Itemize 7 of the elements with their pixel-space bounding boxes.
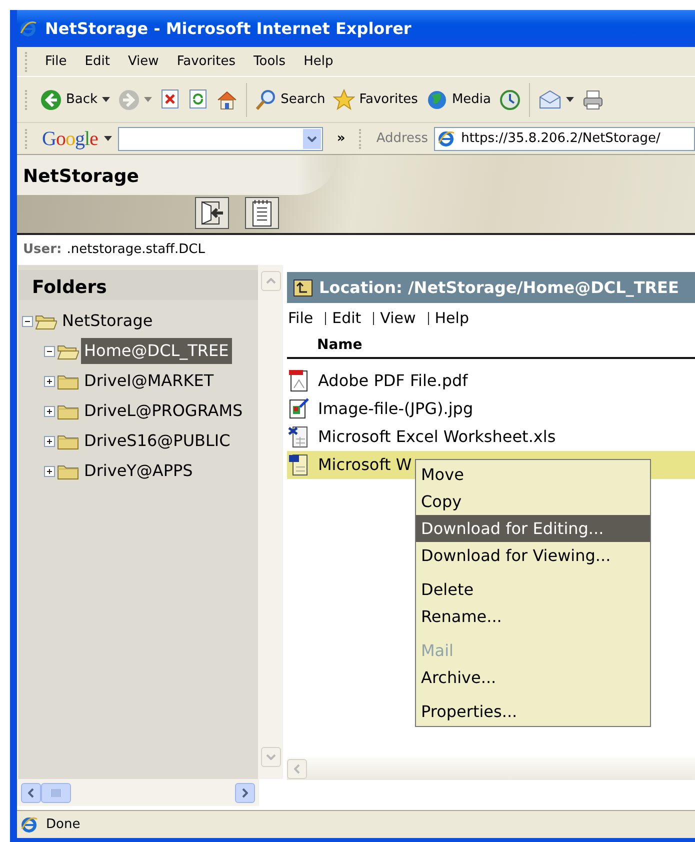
- status-text: Done: [46, 816, 80, 834]
- panel-title: Folders: [18, 270, 258, 300]
- location-path: Location: /NetStorage/Home@DCL_TREE: [319, 276, 679, 299]
- user-label: User:: [23, 241, 62, 260]
- user-name: .netstorage.staff.DCL: [66, 241, 205, 260]
- address-label: Address: [376, 130, 428, 148]
- window-title: NetStorage - Microsoft Internet Explorer: [45, 18, 412, 40]
